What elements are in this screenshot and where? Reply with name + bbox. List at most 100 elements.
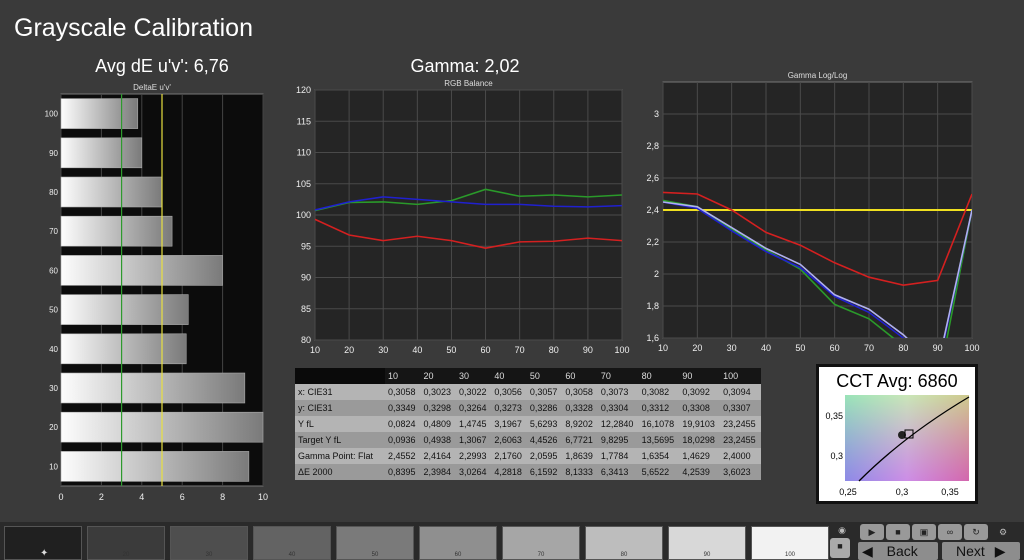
table-header-row: 10 20 30 40 50 60 70 80 90 100 [295,368,761,384]
y-tick-label: 3 [654,109,659,119]
bar [60,333,187,365]
pattern-swatch[interactable]: 40 [253,526,331,560]
row-label: y: CIE31 [295,400,385,416]
table-cell: 18,0298 [679,432,721,448]
row-label: Y fL [295,416,385,432]
bar [60,294,189,325]
x-tick-label: 0,25 [839,487,857,497]
x-tick-label: 8 [220,492,225,502]
pattern-swatch[interactable]: 70 [502,526,580,560]
y-tick-label: 2,8 [646,141,659,151]
y-tick-label: 80 [301,335,311,345]
x-tick-label: 10 [310,345,320,355]
swatch-label: 100 [784,552,795,558]
table-cell: 0,4938 [420,432,456,448]
x-tick-label: 50 [446,345,456,355]
table-cell: 0,3328 [562,400,598,416]
play-icon[interactable]: ▶ [860,524,884,540]
row-label: x: CIE31 [295,384,385,400]
swatch-label: 40 [288,552,296,558]
column-header: 90 [679,368,721,384]
x-tick-label: 10 [658,343,668,353]
settings-icon[interactable]: ⚙ [992,524,1014,540]
cct-panel: CCT Avg: 6860 0,25 0,3 0,35 0,35 0,3 [816,364,978,504]
table-cell: 2,4000 [720,448,761,464]
table-cell: 0,3307 [720,400,761,416]
table-cell: 0,0824 [385,416,421,432]
table-cell: 2,2993 [455,448,492,464]
table-cell: 3,1967 [491,416,527,432]
x-tick-label: 30 [378,345,388,355]
bar [60,451,250,482]
y-tick-label: 100 [296,210,311,220]
table-cell: 2,0595 [526,448,563,464]
back-button[interactable]: ◀ Back [858,542,938,560]
measurement-table: 10 20 30 40 50 60 70 80 90 100 x: CIE31 0,3058 0,302… [295,368,761,480]
table-cell: 23,2455 [720,432,761,448]
table-cell: 6,7721 [562,432,598,448]
back-label: Back [886,543,918,559]
glasses-icon[interactable]: ∞ [938,524,962,540]
y-tick-label: 85 [301,304,311,314]
table-cell: 0,3312 [638,400,680,416]
pattern-swatch[interactable]: 80 [585,526,663,560]
pattern-swatch[interactable]: 30 [170,526,248,560]
x-tick-label: 20 [692,343,702,353]
rgb-balance-chart: 10 20 30 40 50 60 70 80 90 100 80 85 90 95 100 105 110 11… [296,79,630,355]
x-tick-label: 20 [344,345,354,355]
stop-icon[interactable]: ■ [830,538,850,558]
x-tick-label: 70 [515,345,525,355]
y-tick-label: 110 [297,148,311,158]
next-button[interactable]: Next ▶ [942,542,1020,560]
swatch-label: 60 [454,552,462,558]
pattern-swatch[interactable]: 90 [668,526,746,560]
table-cell: 0,3298 [420,400,456,416]
swatch-label: 50 [371,552,379,558]
gamma-heading: Gamma: 2,02 [410,56,520,76]
table-row: Target Y fL 0,0936 0,4938 1,3067 2,6063 4,452… [295,432,761,448]
y-tick-label: 80 [49,188,58,197]
table-cell: 0,3073 [597,384,639,400]
y-tick-label: 105 [296,179,311,189]
stop-small-icon[interactable]: ■ [886,524,910,540]
x-tick-label: 2 [99,492,104,502]
y-tick-label: 90 [49,149,58,158]
page-title: Grayscale Calibration [14,14,253,42]
column-header: 80 [638,368,680,384]
pattern-swatch[interactable]: 20 [87,526,165,560]
table-cell: 0,3057 [526,384,563,400]
refresh-icon[interactable]: ↻ [964,524,988,540]
bar [60,98,139,129]
bar [60,255,223,286]
x-tick-label: 0 [58,492,63,502]
y-tick-label: 70 [49,227,58,236]
pattern-swatch[interactable]: 60 [419,526,497,560]
table-cell: 5,6522 [638,464,680,480]
x-tick-label: 70 [864,343,874,353]
save-icon[interactable]: ▣ [912,524,936,540]
x-tick-label: 100 [964,343,979,353]
table-cell: 8,1333 [562,464,598,480]
y-tick-label: 30 [49,384,58,393]
table-cell: 9,8295 [597,432,639,448]
table-cell: 8,9202 [562,416,598,432]
pattern-swatch[interactable]: 100 [751,526,829,560]
table-cell: 0,3058 [385,384,421,400]
next-label: Next [956,543,985,559]
y-tick-label: 120 [296,85,311,95]
table-cell: 2,6063 [491,432,527,448]
table-cell: 0,3022 [455,384,492,400]
swatch-label: 80 [620,552,628,558]
column-header: 10 [385,368,421,384]
table-cell: 19,9103 [679,416,721,432]
table-cell: 0,3264 [455,400,492,416]
table-cell: 3,0264 [455,464,492,480]
table-cell: 1,6354 [638,448,680,464]
table-row: y: CIE31 0,3349 0,3298 0,3264 0,3273 0,3286 0,… [295,400,761,416]
eye-icon[interactable]: ◉ [830,522,854,538]
x-tick-label: 60 [481,345,491,355]
bar [60,176,163,208]
table-cell: 5,6293 [526,416,563,432]
table-cell: 0,8395 [385,464,421,480]
pattern-swatch[interactable]: 50 [336,526,414,560]
